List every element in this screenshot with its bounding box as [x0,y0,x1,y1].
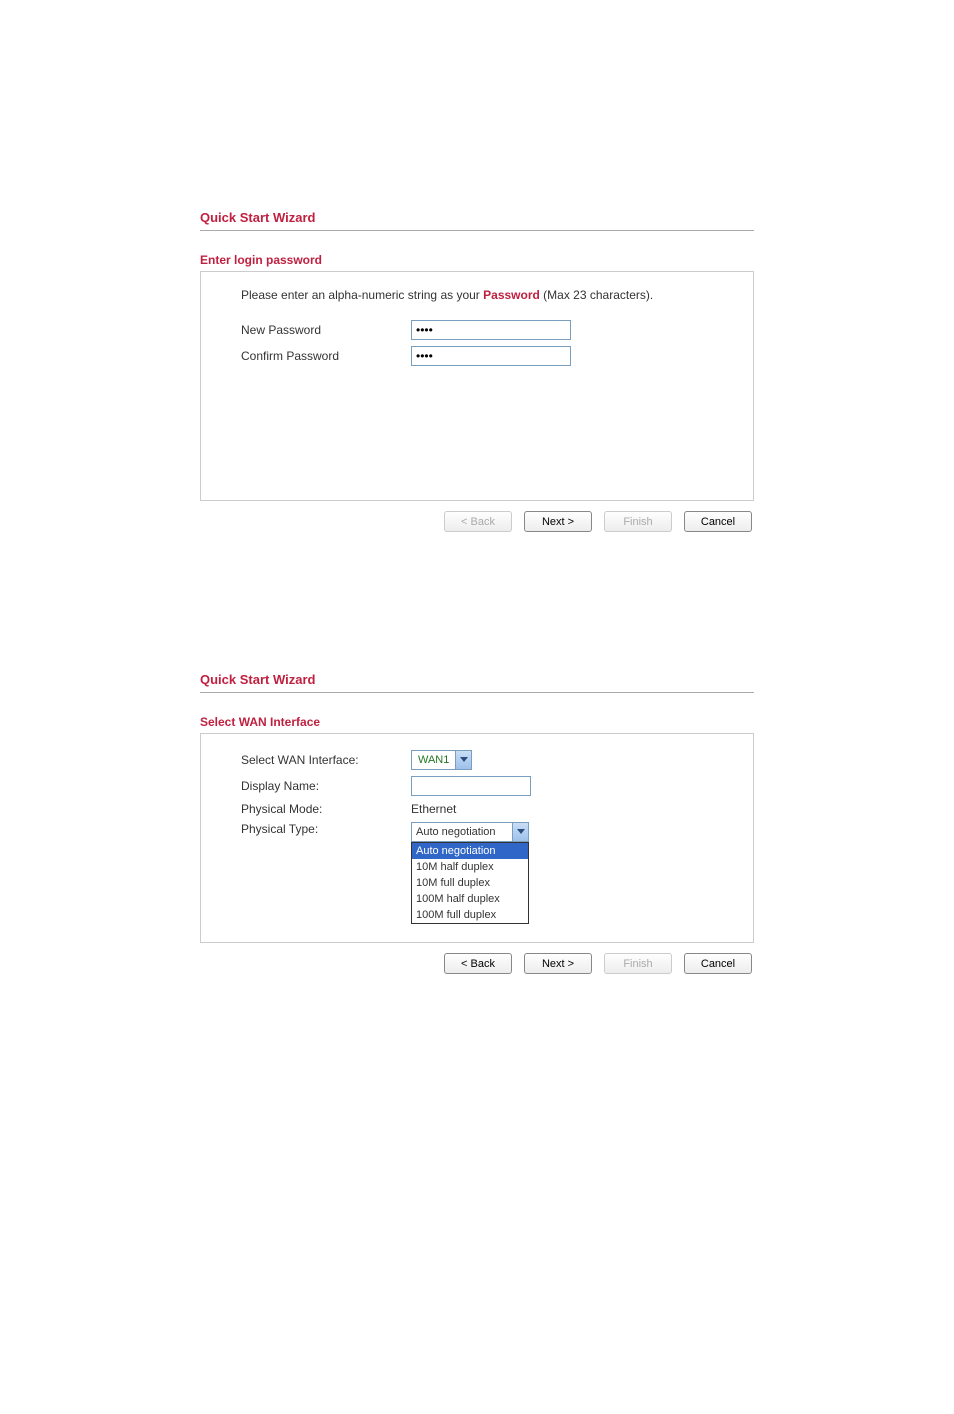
next-button[interactable]: Next > [524,511,592,532]
select-wan-interface[interactable]: WAN1 [411,750,472,770]
button-row-2: < Back Next > Finish Cancel [200,953,754,974]
instructions-pre: Please enter an alpha-numeric string as … [241,288,483,302]
new-password-row: New Password [241,320,713,340]
confirm-password-label: Confirm Password [241,349,411,363]
step-title: Enter login password [200,253,754,267]
button-row-1: < Back Next > Finish Cancel [200,511,754,532]
finish-button: Finish [604,511,672,532]
physical-type-select[interactable]: Auto negotiation [411,822,529,842]
display-name-input[interactable] [411,776,531,796]
finish-button-2: Finish [604,953,672,974]
instructions-post: (Max 23 characters). [540,288,653,302]
physical-mode-row: Physical Mode: Ethernet [241,802,713,816]
next-button-2[interactable]: Next > [524,953,592,974]
wan-panel: Select WAN Interface: WAN1 Display Name:… [200,733,754,943]
new-password-label: New Password [241,323,411,337]
physical-type-select-wrap: Auto negotiation Auto negotiation 10M ha… [411,822,529,842]
step-title-2: Select WAN Interface [200,715,754,729]
dropdown-item-auto-negotiation[interactable]: Auto negotiation [412,843,528,859]
instructions: Please enter an alpha-numeric string as … [241,288,713,302]
cancel-button-2[interactable]: Cancel [684,953,752,974]
dropdown-item-100m-full[interactable]: 100M full duplex [412,907,528,923]
dropdown-list: Auto negotiation 10M half duplex 10M ful… [411,842,529,924]
display-name-label: Display Name: [241,779,411,793]
confirm-password-row: Confirm Password [241,346,713,366]
back-button: < Back [444,511,512,532]
dropdown-item-100m-half[interactable]: 100M half duplex [412,891,528,907]
wizard-title-2: Quick Start Wizard [200,672,754,693]
new-password-input[interactable] [411,320,571,340]
cancel-button[interactable]: Cancel [684,511,752,532]
chevron-down-icon [512,823,528,841]
physical-type-label: Physical Type: [241,822,411,836]
physical-mode-value: Ethernet [411,802,456,816]
dropdown-item-10m-half[interactable]: 10M half duplex [412,859,528,875]
wizard-wan-section: Quick Start Wizard Select WAN Interface … [200,672,754,974]
physical-type-dropdown: Auto negotiation 10M half duplex 10M ful… [411,842,529,924]
display-name-row: Display Name: [241,776,713,796]
select-wan-row: Select WAN Interface: WAN1 [241,750,713,770]
instructions-bold: Password [483,288,540,302]
select-wan-value: WAN1 [412,754,455,766]
password-panel: Please enter an alpha-numeric string as … [200,271,754,501]
back-button-2[interactable]: < Back [444,953,512,974]
physical-type-row: Physical Type: Auto negotiation Auto neg… [241,822,713,842]
confirm-password-input[interactable] [411,346,571,366]
select-wan-label: Select WAN Interface: [241,753,411,767]
wizard-password-section: Quick Start Wizard Enter login password … [200,210,754,532]
wizard-title: Quick Start Wizard [200,210,754,231]
dropdown-item-10m-full[interactable]: 10M full duplex [412,875,528,891]
physical-type-selected: Auto negotiation [412,826,512,838]
chevron-down-icon [455,751,471,769]
physical-mode-label: Physical Mode: [241,802,411,816]
